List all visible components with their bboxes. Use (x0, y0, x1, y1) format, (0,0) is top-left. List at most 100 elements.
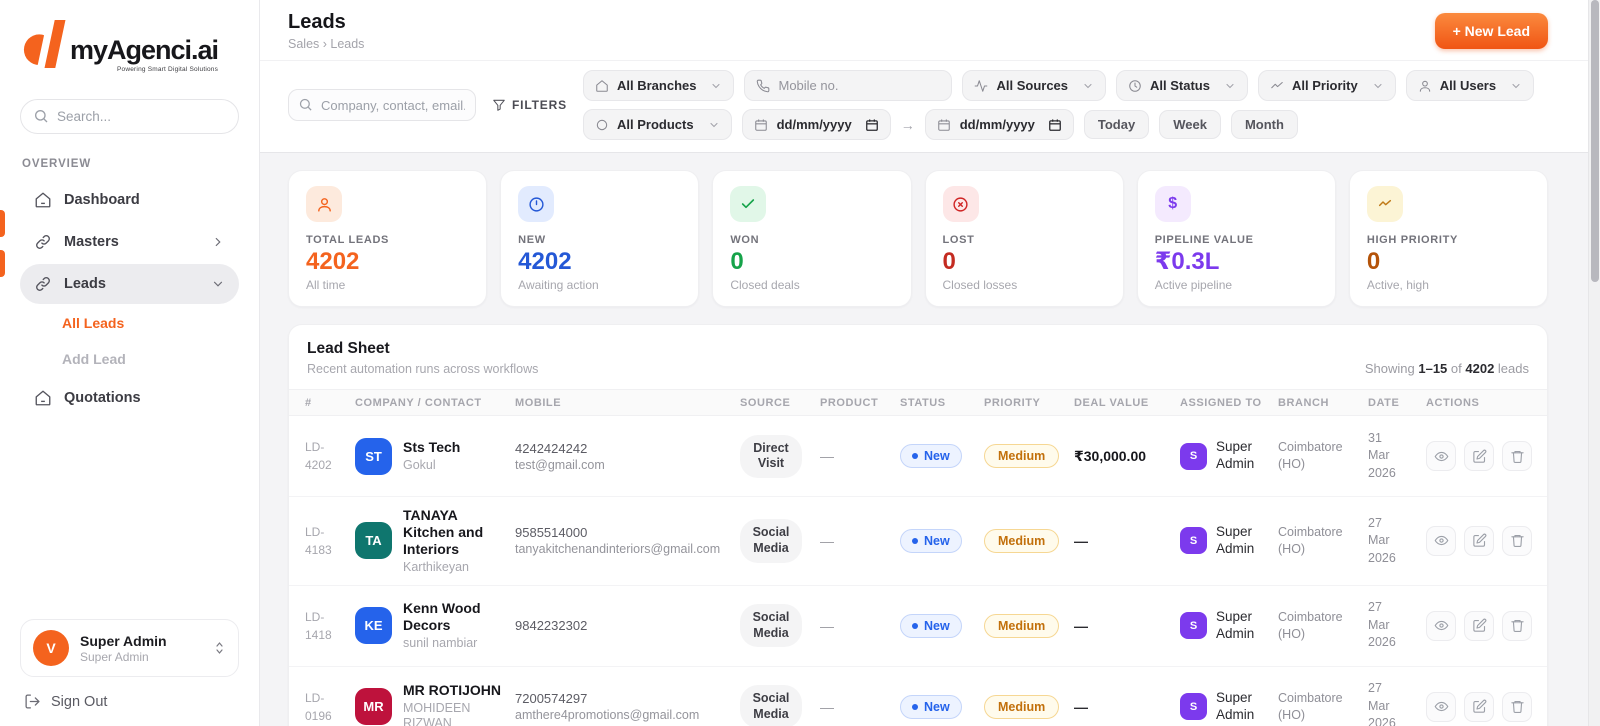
branch: Coimbatore (HO) (1278, 690, 1350, 724)
view-button[interactable] (1426, 611, 1456, 641)
stat-card-pipeline-value: $ PIPELINE VALUE ₹0.3L Active pipeline (1137, 170, 1336, 307)
avatar: MR (355, 688, 392, 725)
sidebar-item-dashboard[interactable]: Dashboard (20, 180, 239, 220)
delete-button[interactable] (1502, 692, 1532, 722)
phone-number: 9585514000 (515, 525, 740, 540)
view-button[interactable] (1426, 526, 1456, 556)
email: tanyakitchenandinteriors@gmail.com (515, 542, 740, 556)
lead-id: LD-4183 (305, 523, 345, 559)
scrollbar-thumb[interactable] (1591, 0, 1599, 282)
filter-row-2: All Products dd/mm/yyyy (583, 109, 1534, 140)
sidebar-item-quotations[interactable]: Quotations (20, 378, 239, 418)
app: myAgenci.ai Powering Smart Digital Solut… (0, 0, 1600, 726)
lead-sheet-card: Lead Sheet Recent automation runs across… (288, 324, 1548, 726)
new-lead-button[interactable]: + New Lead (1435, 13, 1548, 49)
avatar: V (33, 630, 69, 666)
table-row[interactable]: LD-0196 MR MR ROTIJOHN MOHIDEEN RIZWAN 7… (289, 667, 1547, 726)
user-icon (1418, 79, 1432, 93)
sign-out-button[interactable]: Sign Out (24, 693, 239, 710)
edit-button[interactable] (1464, 692, 1494, 722)
page-header: Leads Sales › Leads + New Lead (260, 0, 1600, 61)
status-filter[interactable]: All Status (1116, 70, 1248, 101)
date-from-picker[interactable]: dd/mm/yyyy (742, 109, 891, 140)
assigned-name: Super Admin (1216, 690, 1270, 724)
week-button[interactable]: Week (1159, 110, 1221, 139)
delete-button[interactable] (1502, 526, 1532, 556)
product: — (820, 699, 900, 715)
delete-button[interactable] (1502, 441, 1532, 471)
chevron-down-icon (1510, 80, 1522, 92)
branch: Coimbatore (HO) (1278, 439, 1350, 473)
view-button[interactable] (1426, 692, 1456, 722)
company-name: Kenn Wood Decors (403, 600, 505, 634)
brand-tagline: Powering Smart Digital Solutions (117, 66, 218, 73)
trending-up-icon (1270, 79, 1284, 93)
assigned-name: Super Admin (1216, 439, 1270, 473)
avatar: TA (355, 522, 392, 559)
chevron-down-icon (211, 277, 225, 291)
branches-filter[interactable]: All Branches (583, 70, 734, 101)
user-name: Super Admin (80, 633, 202, 649)
sidebar-item-leads[interactable]: Leads (20, 264, 239, 304)
filter-row-1: All Branches (583, 70, 1534, 101)
sidebar-subitem-all-leads[interactable]: All Leads (20, 306, 239, 340)
activity-icon (974, 79, 988, 93)
sidebar-footer: V Super Admin Super Admin Sign Out (20, 619, 239, 710)
sidebar-item-masters[interactable]: Masters (20, 222, 239, 262)
deal-value: — (1074, 533, 1180, 549)
stat-card-total-leads: TOTAL LEADS 4202 All time (288, 170, 487, 307)
date-to-picker[interactable]: dd/mm/yyyy (925, 109, 1074, 140)
today-button[interactable]: Today (1084, 110, 1149, 139)
page-title: Leads (288, 11, 364, 34)
vertical-scrollbar[interactable] (1588, 0, 1600, 726)
stat-card-lost: LOST 0 Closed losses (925, 170, 1124, 307)
mobile-filter-input[interactable] (778, 78, 940, 93)
month-button[interactable]: Month (1231, 110, 1298, 139)
stat-card-high-priority: HIGH PRIORITY 0 Active, high (1349, 170, 1548, 307)
chevron-down-icon (1224, 80, 1236, 92)
edit-button[interactable] (1464, 611, 1494, 641)
stat-value: 4202 (306, 249, 469, 274)
sidebar-search-input[interactable] (20, 99, 239, 134)
products-filter[interactable]: All Products (583, 109, 732, 140)
deal-value: — (1074, 699, 1180, 715)
assigned-avatar: S (1180, 443, 1207, 470)
edit-button[interactable] (1464, 526, 1494, 556)
table-search-input[interactable] (288, 89, 476, 121)
source-badge: Social Media (740, 685, 802, 726)
table-row[interactable]: LD-4183 TA TANAYA Kitchen and Interiors … (289, 497, 1547, 585)
view-button[interactable] (1426, 441, 1456, 471)
date: 27 Mar 2026 (1368, 599, 1404, 652)
user-icon (306, 186, 342, 222)
active-route-indicator (0, 250, 5, 277)
user-menu[interactable]: V Super Admin Super Admin (20, 619, 239, 677)
stat-value: 0 (943, 249, 1106, 274)
assigned-avatar: S (1180, 612, 1207, 639)
table-row[interactable]: LD-1418 KE Kenn Wood Decors sunil nambia… (289, 586, 1547, 667)
users-filter[interactable]: All Users (1406, 70, 1534, 101)
priority-filter[interactable]: All Priority (1258, 70, 1396, 101)
sources-filter[interactable]: All Sources (962, 70, 1106, 101)
status-badge: New (900, 614, 962, 638)
priority-badge: Medium (984, 444, 1059, 468)
home-icon (34, 191, 52, 209)
sidebar-item-label: Dashboard (64, 192, 140, 208)
sign-out-icon (24, 693, 41, 710)
assigned-avatar: S (1180, 527, 1207, 554)
lead-id: LD-0196 (305, 689, 345, 725)
delete-button[interactable] (1502, 611, 1532, 641)
phone-number: 9842232302 (515, 618, 740, 633)
sidebar-search (20, 99, 239, 134)
sidebar-nav: Dashboard Masters Leads (20, 180, 239, 418)
table-row[interactable]: LD-4202 ST Sts Tech Gokul 4242424242 tes… (289, 416, 1547, 497)
content: TOTAL LEADS 4202 All time NEW 4202 Await… (260, 153, 1600, 726)
edit-button[interactable] (1464, 441, 1494, 471)
status-badge: New (900, 444, 962, 468)
chevron-down-icon (1082, 80, 1094, 92)
sidebar-subitem-add-lead[interactable]: Add Lead (20, 342, 239, 376)
deal-value: — (1074, 618, 1180, 634)
lead-sheet-title: Lead Sheet (307, 340, 538, 358)
brand-logo: myAgenci.ai Powering Smart Digital Solut… (20, 18, 239, 79)
search-icon (298, 97, 313, 112)
chevron-down-icon (710, 80, 722, 92)
